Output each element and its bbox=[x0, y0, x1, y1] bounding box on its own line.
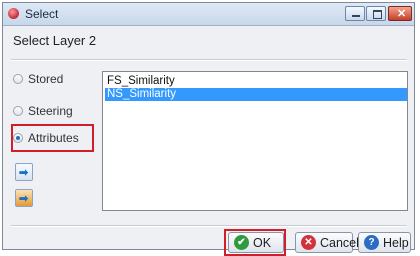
minimize-icon bbox=[352, 15, 360, 17]
close-button[interactable]: ✕ bbox=[388, 6, 412, 21]
maximize-icon bbox=[373, 10, 382, 19]
list-item[interactable]: FS_Similarity bbox=[105, 75, 407, 88]
close-icon: ✕ bbox=[397, 8, 407, 20]
help-button[interactable]: ? Help bbox=[358, 232, 411, 253]
title-bar[interactable]: Select ✕ bbox=[3, 3, 414, 26]
arrow-right-icon: ➡ bbox=[19, 167, 29, 179]
cancel-button[interactable]: ✕ Cancel bbox=[295, 232, 359, 253]
list-item-selected[interactable]: NS_Similarity bbox=[105, 88, 407, 101]
radio-attributes[interactable]: Attributes bbox=[13, 130, 79, 148]
radio-stored-label: Stored bbox=[28, 71, 64, 86]
radio-steering[interactable]: Steering bbox=[13, 103, 73, 121]
import-icon[interactable]: ➡ bbox=[15, 189, 33, 207]
select-dialog: Select ✕ Select Layer 2 Stored Steering … bbox=[2, 2, 415, 256]
layer-list[interactable]: FS_Similarity NS_Similarity bbox=[102, 71, 408, 211]
divider bbox=[11, 59, 407, 61]
move-right-icon[interactable]: ➡ bbox=[15, 163, 33, 181]
arrow-right-icon: ➡ bbox=[19, 193, 29, 205]
radio-circle[interactable] bbox=[13, 105, 23, 116]
divider bbox=[11, 225, 407, 227]
radio-circle[interactable] bbox=[13, 132, 23, 143]
app-icon bbox=[8, 8, 19, 19]
cancel-label: Cancel bbox=[320, 236, 359, 250]
ok-highlight-box bbox=[224, 229, 286, 256]
help-icon: ? bbox=[364, 235, 379, 250]
help-label: Help bbox=[383, 236, 409, 250]
window-title: Select bbox=[25, 7, 59, 21]
dialog-heading: Select Layer 2 bbox=[13, 33, 97, 48]
radio-stored[interactable]: Stored bbox=[13, 71, 63, 89]
minimize-button[interactable] bbox=[345, 6, 365, 21]
radio-circle[interactable] bbox=[13, 73, 23, 84]
maximize-button[interactable] bbox=[366, 6, 386, 21]
radio-steering-label: Steering bbox=[28, 103, 73, 118]
radio-attributes-label: Attributes bbox=[28, 130, 79, 145]
cancel-icon: ✕ bbox=[301, 235, 316, 250]
